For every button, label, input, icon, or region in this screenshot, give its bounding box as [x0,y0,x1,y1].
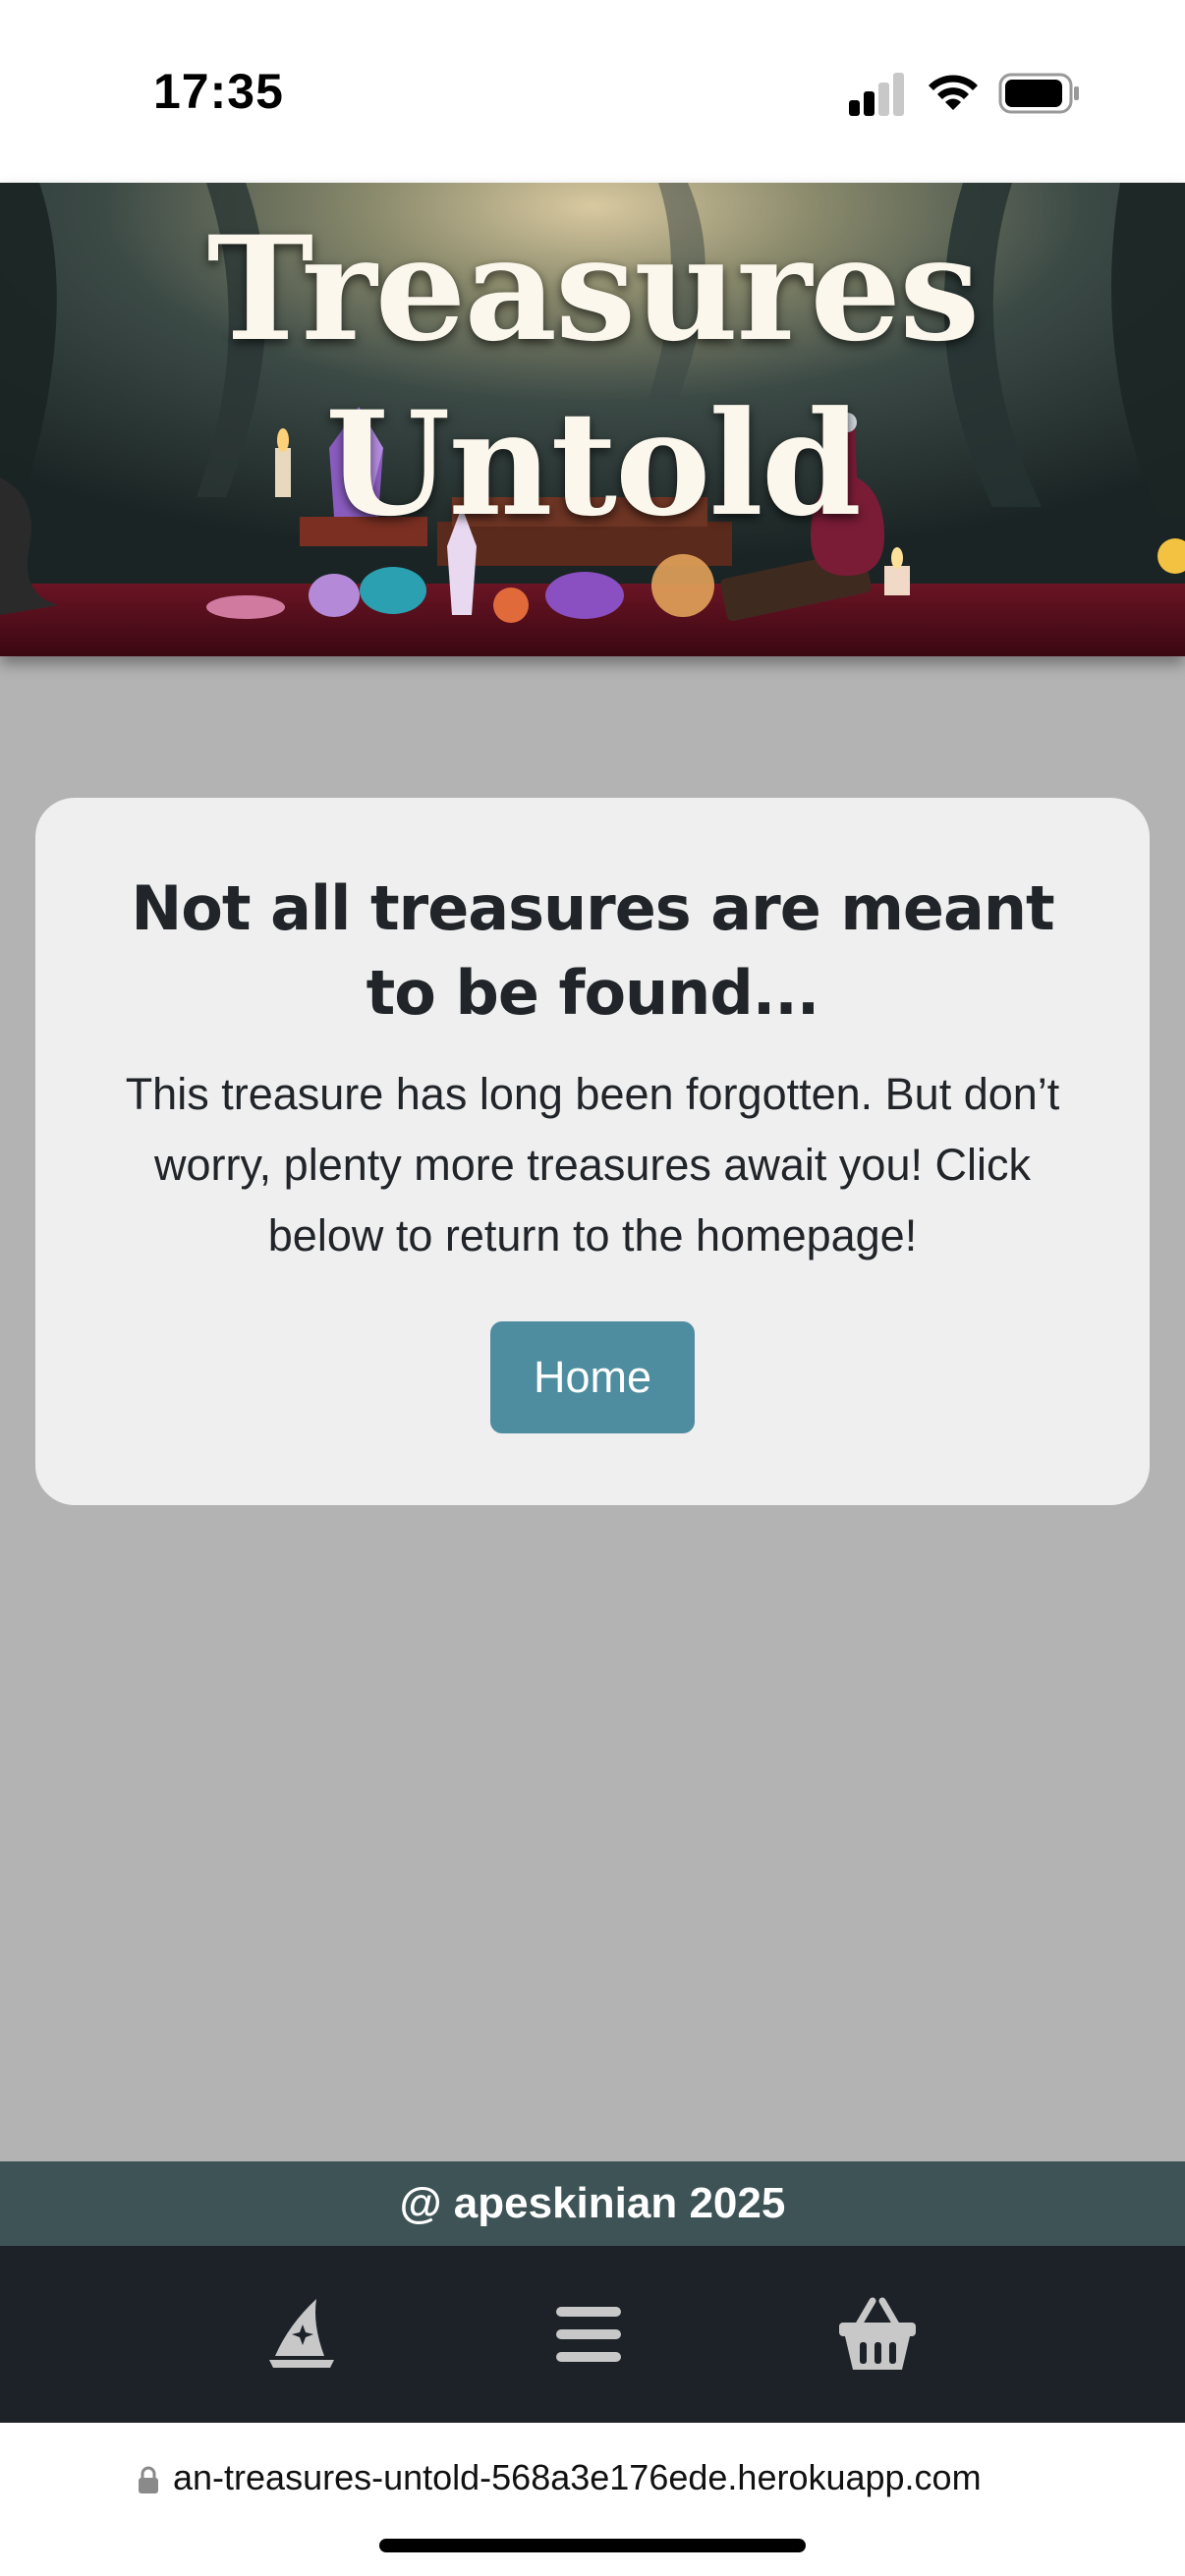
not-found-message: This treasure has long been forgotten. B… [125,1069,1060,1260]
site-title[interactable]: Treasures Untold [0,202,1185,552]
site-title-line-2: Untold [325,380,862,548]
wifi-icon [929,75,978,110]
not-found-card: Not all treasures are meant to be found.… [35,798,1150,1505]
lock-icon [139,2466,158,2493]
home-button[interactable]: Home [490,1321,695,1433]
basket-icon[interactable] [835,2295,920,2374]
menu-icon[interactable] [546,2295,631,2374]
signal-icon [849,73,904,116]
wizard-hat-icon[interactable] [259,2295,344,2374]
status-time: 17:35 [153,64,284,119]
site-title-line-1: Treasures [206,205,981,373]
not-found-heading: Not all treasures are meant to be found.… [131,872,1054,1029]
battery-icon [998,73,1079,114]
hero-banner: Treasures Untold [0,183,1185,656]
home-indicator [379,2539,806,2552]
footer-copyright: @ apeskinian 2025 [0,2161,1185,2246]
browser-address-bar[interactable] [0,2423,1185,2576]
bottom-nav [0,2246,1185,2423]
status-bar: 17:35 [0,0,1185,183]
url-text[interactable]: an-treasures-untold-568a3e176ede.herokua… [173,2456,982,2499]
